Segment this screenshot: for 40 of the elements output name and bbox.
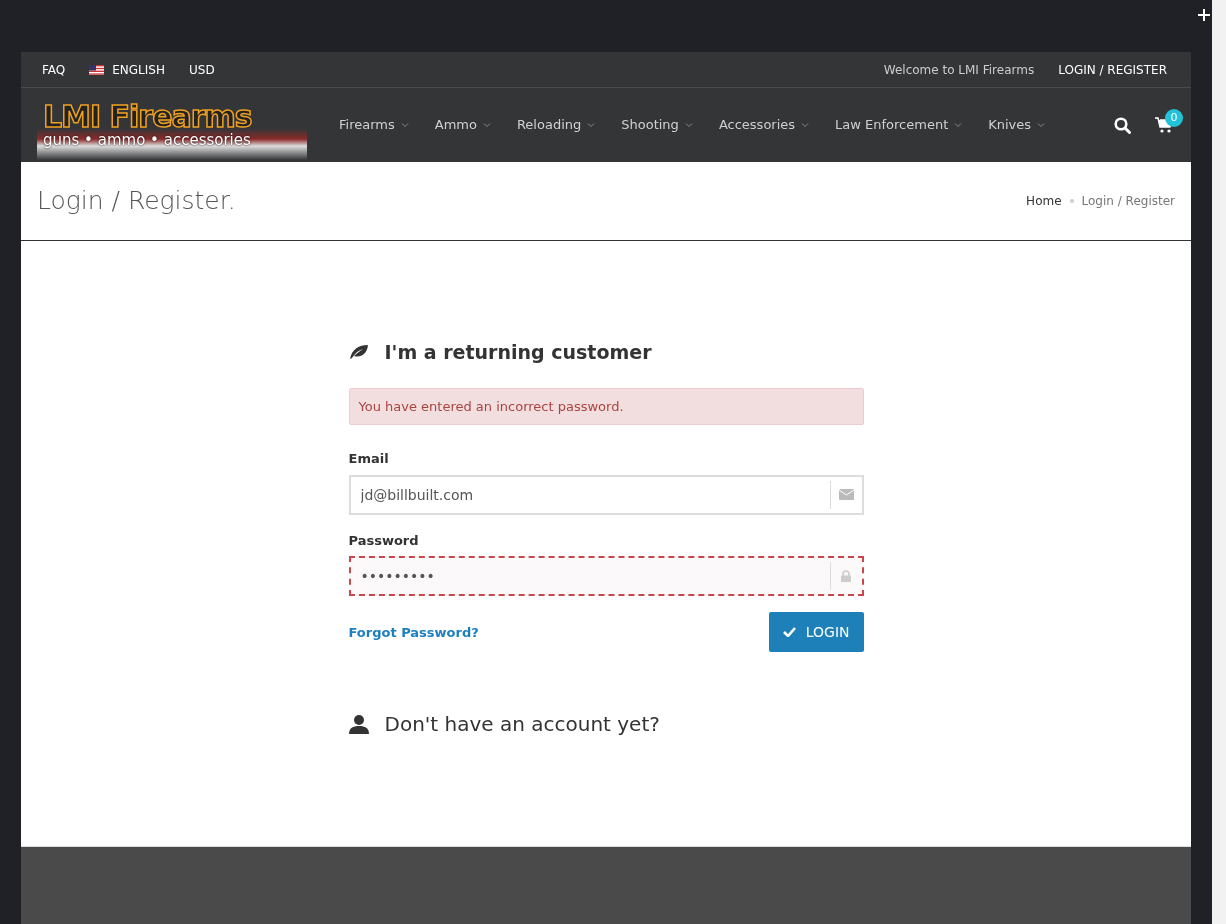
user-icon xyxy=(348,714,369,735)
password-field[interactable]: ••••••••• xyxy=(348,556,864,597)
section-heading: I'm a returning customer xyxy=(384,341,652,364)
lock-icon xyxy=(841,570,851,583)
leaf-icon xyxy=(348,344,369,361)
nav-menu-item[interactable]: Reloading xyxy=(508,115,604,135)
top-link[interactable]: USD xyxy=(189,60,215,79)
forgot-password-link[interactable]: Forgot Password? xyxy=(348,622,479,643)
field-label: Email xyxy=(348,450,390,469)
nav-menu-item[interactable]: Knives xyxy=(980,115,1054,135)
nav-menu-item[interactable]: Law Enforcement xyxy=(827,115,971,135)
login-register-link[interactable]: LOGIN / REGISTER xyxy=(1058,60,1167,79)
section-heading: Don't have an account yet? xyxy=(384,712,660,737)
breadcrumb-current: Login / Register xyxy=(1081,193,1175,210)
nav-menu-item[interactable]: Firearms xyxy=(331,115,417,135)
chevron-down-icon xyxy=(954,121,963,129)
chevron-down-icon xyxy=(482,121,491,129)
flag-icon xyxy=(89,64,105,75)
language-link[interactable]: ENGLISH xyxy=(112,60,165,79)
page-title: Login / Register. xyxy=(37,186,236,216)
search-icon[interactable] xyxy=(1114,116,1131,134)
field-label: Password xyxy=(348,531,420,550)
envelope-icon xyxy=(838,489,854,501)
chevron-down-icon xyxy=(1037,121,1046,129)
login-button[interactable]: LOGIN xyxy=(768,612,864,653)
breadcrumb-separator-icon xyxy=(1069,199,1074,203)
email-field[interactable]: jd@billbuilt.com xyxy=(348,474,864,515)
chevron-down-icon xyxy=(400,121,409,129)
cart-count-badge: 0 xyxy=(1165,109,1183,127)
top-link[interactable]: FAQ xyxy=(42,60,66,79)
chevron-down-icon xyxy=(801,121,810,129)
chevron-down-icon xyxy=(587,121,596,129)
error-alert: You have entered an incorrect password. xyxy=(348,387,864,426)
nav-menu-item[interactable]: Accessories xyxy=(710,115,818,135)
nav-menu-item[interactable]: Shooting xyxy=(613,115,701,135)
welcome-text: Welcome to LMI Firearms xyxy=(883,61,1035,79)
check-icon xyxy=(782,627,796,638)
breadcrumb-link[interactable]: Home xyxy=(1026,192,1062,210)
nav-menu-item[interactable]: Ammo xyxy=(426,115,499,135)
chevron-down-icon xyxy=(684,121,693,129)
